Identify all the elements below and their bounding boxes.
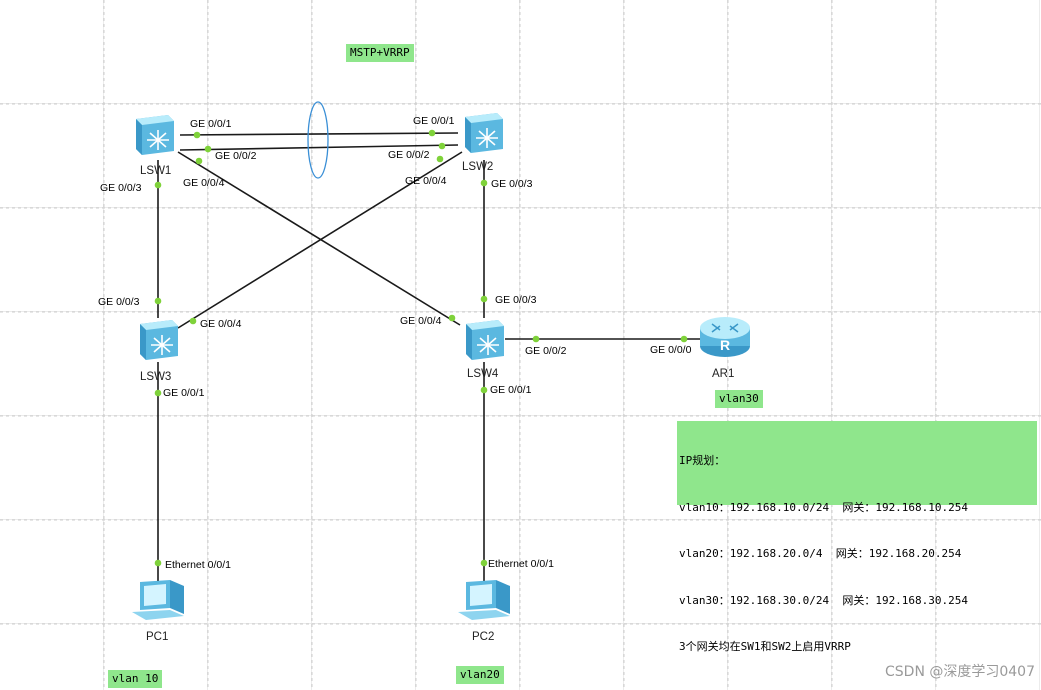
switch-lsw3[interactable] bbox=[134, 318, 180, 366]
port-label: GE 0/0/3 bbox=[98, 296, 140, 308]
port-dot bbox=[438, 142, 446, 150]
switch-lsw1[interactable] bbox=[130, 113, 176, 161]
port-dot bbox=[154, 559, 162, 567]
ip-plan-vlan20: vlan20：192.168.20.0/4 网关：192.168.20.254 bbox=[679, 547, 962, 560]
router-ar1[interactable]: R bbox=[698, 314, 752, 364]
lsw2-label: LSW2 bbox=[462, 161, 494, 173]
switch-lsw4[interactable] bbox=[460, 318, 506, 366]
switch-icon bbox=[466, 320, 504, 360]
vlan-tag-pc2: vlan20 bbox=[456, 666, 504, 684]
pc1-label: PC1 bbox=[146, 631, 169, 643]
port-label: GE 0/0/1 bbox=[163, 387, 205, 399]
port-dot bbox=[436, 155, 444, 163]
svg-text:R: R bbox=[720, 337, 730, 353]
port-dot bbox=[154, 389, 162, 397]
port-label: GE 0/0/2 bbox=[215, 150, 257, 162]
port-label: GE 0/0/4 bbox=[183, 177, 225, 189]
port-dot bbox=[204, 145, 212, 153]
port-label: GE 0/0/2 bbox=[525, 345, 567, 357]
link-lsw1-lsw2-g1 bbox=[179, 132, 459, 136]
eth-trunk-ring bbox=[307, 101, 329, 179]
port-label: GE 0/0/3 bbox=[495, 294, 537, 306]
vlan-tag-ar1: vlan30 bbox=[715, 390, 763, 408]
port-dot bbox=[448, 314, 456, 322]
port-label: GE 0/0/4 bbox=[400, 315, 442, 327]
port-dot bbox=[428, 129, 436, 137]
switch-icon bbox=[140, 320, 178, 360]
ip-plan-vlan30: vlan30：192.168.30.0/24 网关：192.168.30.254 bbox=[679, 593, 969, 607]
port-dot bbox=[532, 335, 540, 343]
port-label: GE 0/0/2 bbox=[388, 149, 430, 161]
switch-icon bbox=[136, 115, 174, 155]
port-dot bbox=[480, 295, 488, 303]
ar1-label: AR1 bbox=[712, 368, 735, 380]
topology-title-tag: MSTP+VRRP bbox=[346, 44, 414, 62]
ip-plan-vlan10: vlan10：192.168.10.0/24 网关：192.168.10.254 bbox=[679, 500, 969, 514]
pc-pc1[interactable] bbox=[130, 578, 186, 628]
switch-lsw2[interactable] bbox=[459, 111, 505, 159]
port-label: GE 0/0/3 bbox=[491, 178, 533, 190]
port-label: Ethernet 0/0/1 bbox=[488, 558, 554, 570]
port-label: GE 0/0/1 bbox=[490, 384, 532, 396]
switch-icon bbox=[465, 113, 503, 153]
vlan-tag-pc1: vlan 10 bbox=[108, 670, 163, 688]
port-label: Ethernet 0/0/1 bbox=[165, 559, 231, 571]
pc-pc2[interactable] bbox=[456, 578, 512, 628]
port-label: GE 0/0/3 bbox=[100, 182, 142, 194]
ip-plan-title: IP规划： bbox=[679, 454, 726, 467]
lsw3-label: LSW3 bbox=[140, 371, 172, 383]
port-dot bbox=[195, 157, 203, 165]
port-label: GE 0/0/1 bbox=[190, 118, 232, 130]
ip-plan-note: IP规划： vlan10：192.168.10.0/24 网关：192.168.… bbox=[677, 421, 1037, 653]
port-dot bbox=[680, 335, 688, 343]
port-dot bbox=[480, 386, 488, 394]
port-label: GE 0/0/4 bbox=[405, 175, 447, 187]
csdn-watermark: CSDN @深度学习0407 bbox=[885, 664, 1035, 680]
router-icon: R bbox=[700, 317, 750, 357]
port-dot bbox=[480, 559, 488, 567]
lsw4-label: LSW4 bbox=[467, 368, 499, 380]
topology-canvas: MSTP+VRRP LSW1 LSW2 LSW3 LSW4 R AR1 PC1 … bbox=[0, 0, 1041, 690]
pc-icon bbox=[132, 580, 184, 620]
port-label: GE 0/0/1 bbox=[413, 115, 455, 127]
port-dot bbox=[193, 131, 201, 139]
port-dot bbox=[154, 297, 162, 305]
pc-icon bbox=[458, 580, 510, 620]
lsw1-label: LSW1 bbox=[140, 165, 172, 177]
ip-plan-vrrp-note: 3个网关均在SW1和SW2上启用VRRP bbox=[679, 640, 851, 653]
port-label: GE 0/0/0 bbox=[650, 344, 692, 356]
port-dot bbox=[480, 179, 488, 187]
port-label: GE 0/0/4 bbox=[200, 318, 242, 330]
port-dot bbox=[189, 317, 197, 325]
pc2-label: PC2 bbox=[472, 631, 495, 643]
port-dot bbox=[154, 181, 162, 189]
